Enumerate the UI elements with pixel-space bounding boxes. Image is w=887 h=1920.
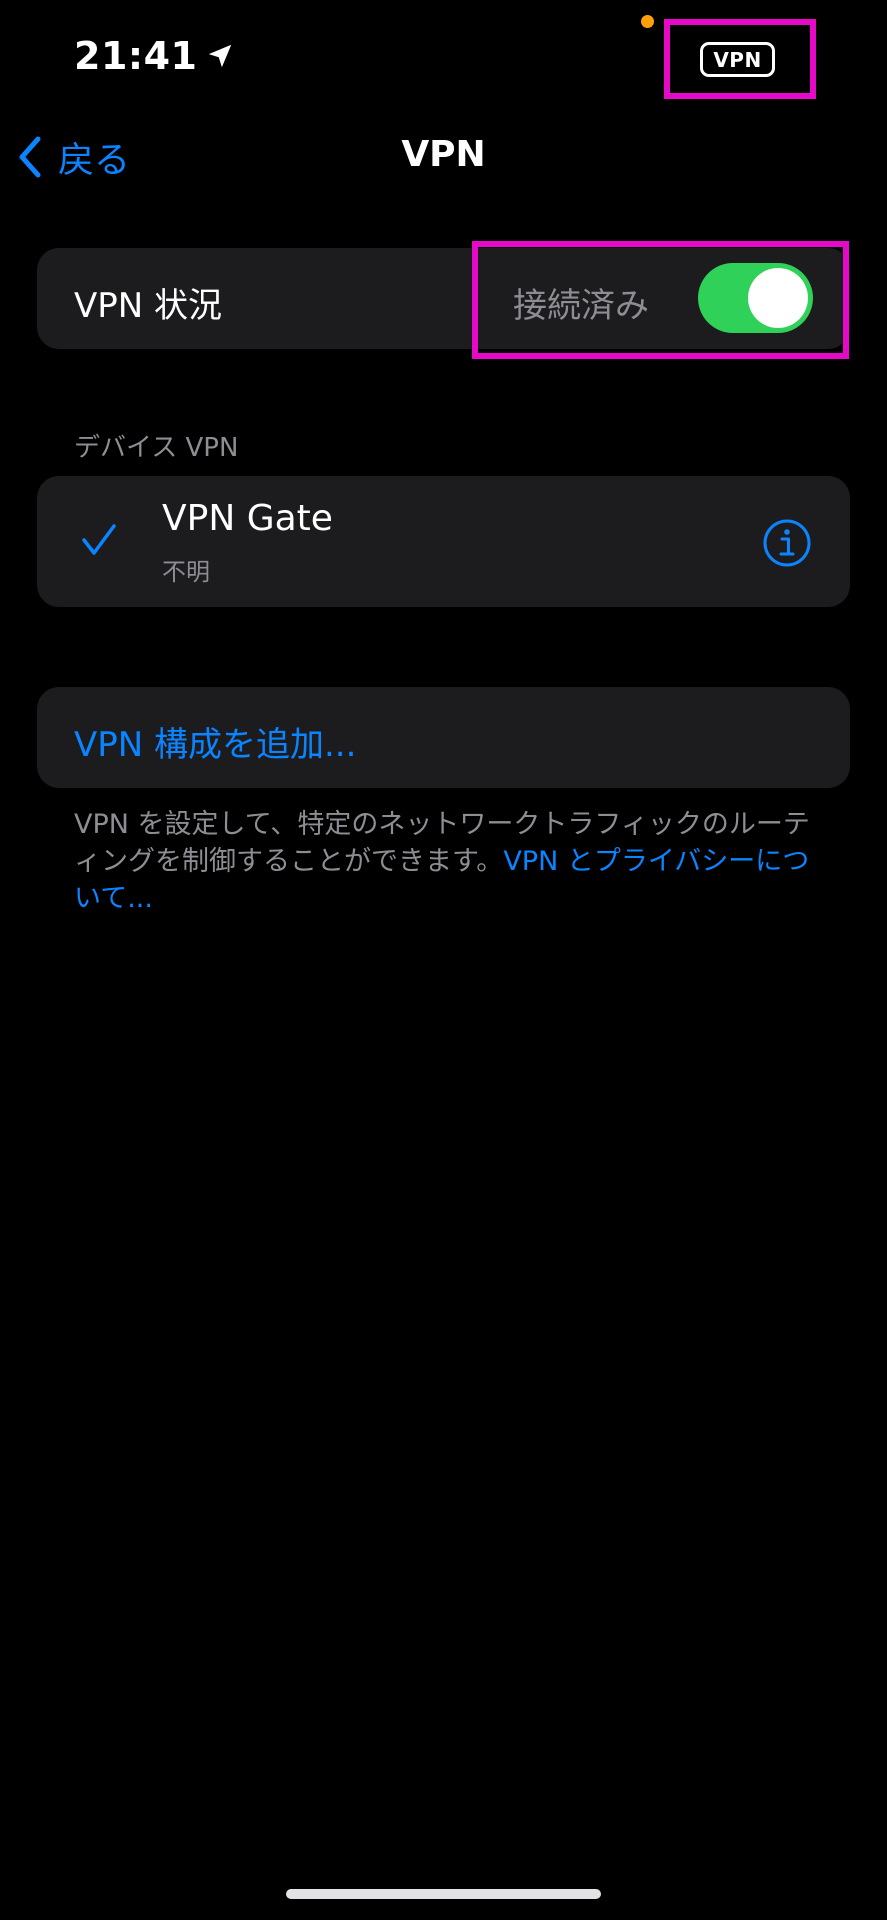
page-title: VPN (401, 134, 486, 175)
footer-description: VPN を設定して、特定のネットワークトラフィックのルーティングを制御することが… (74, 806, 814, 917)
add-vpn-config-button[interactable]: VPN 構成を追加... (37, 687, 850, 788)
checkmark-icon (81, 522, 117, 558)
home-indicator[interactable] (286, 1889, 601, 1899)
add-vpn-config-label: VPN 構成を追加... (74, 725, 357, 765)
vpn-badge-text: VPN (713, 47, 762, 72)
vpn-status-label: VPN 状況 (74, 286, 223, 326)
privacy-indicator-dot (641, 15, 654, 28)
info-circle-icon[interactable] (762, 518, 812, 568)
vpn-config-name: VPN Gate (162, 498, 333, 539)
vpn-status-badge: VPN (700, 42, 775, 77)
section-header-device-vpn: デバイス VPN (74, 433, 239, 463)
status-bar-time: 21:41 (74, 34, 235, 78)
vpn-toggle-highlight-box (472, 241, 849, 359)
vpn-config-row[interactable]: VPN Gate 不明 (37, 476, 850, 607)
time-text: 21:41 (74, 34, 198, 78)
vpn-config-status: 不明 (162, 558, 210, 586)
location-arrow-icon (205, 41, 235, 71)
